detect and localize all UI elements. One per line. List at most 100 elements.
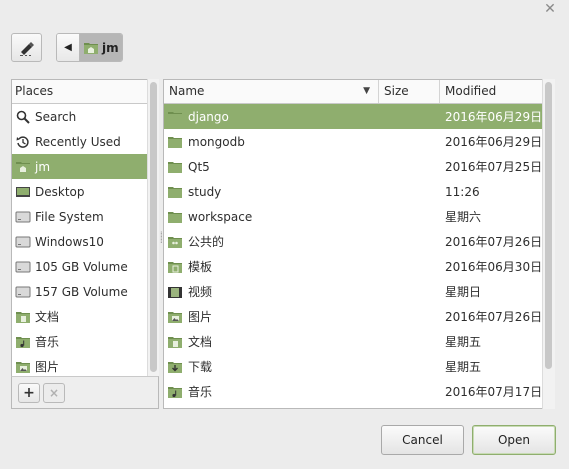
- file-name-cell: 文档: [164, 333, 379, 350]
- places-scroll-thumb[interactable]: [150, 82, 157, 372]
- sidebar-item-label: File System: [35, 209, 104, 224]
- file-modified-cell: 2016年07月25日: [445, 160, 543, 174]
- folder-icon: [167, 209, 183, 225]
- column-modified-label: Modified: [445, 84, 497, 98]
- file-name-cell: 视频: [164, 283, 379, 300]
- places-scrollbar[interactable]: [147, 79, 159, 376]
- file-name-cell: 音乐: [164, 383, 379, 400]
- drive-icon: [15, 284, 31, 300]
- file-name-cell: mongodb: [164, 134, 379, 150]
- file-modified-cell: 2016年06月29日: [445, 135, 543, 149]
- pictures-folder-icon: [15, 359, 31, 375]
- sidebar-item-label: Windows10: [35, 234, 104, 249]
- file-row[interactable]: study 11:26: [164, 179, 554, 204]
- open-button[interactable]: Open: [472, 425, 556, 455]
- file-name-label: workspace: [188, 209, 253, 224]
- sidebar-item-4[interactable]: File System: [12, 204, 147, 229]
- sidebar-item-label: Recently Used: [35, 134, 121, 149]
- downloads-folder-icon: [167, 359, 183, 375]
- pictures-folder-icon: [167, 309, 183, 325]
- sidebar-item-5[interactable]: Windows10: [12, 229, 147, 254]
- recent-icon: [15, 134, 31, 150]
- places-actions: + ×: [11, 376, 159, 409]
- documents-folder-icon: [15, 309, 31, 325]
- file-row[interactable]: 下载 星期五: [164, 354, 554, 379]
- column-size[interactable]: Size: [379, 80, 440, 103]
- desktop-icon: [15, 184, 31, 200]
- public-folder-icon: [167, 234, 183, 250]
- left-arrow-icon[interactable]: ◀: [57, 34, 80, 61]
- files-scrollbar[interactable]: [542, 79, 555, 409]
- sidebar-item-0[interactable]: Search: [12, 104, 147, 129]
- cancel-button[interactable]: Cancel: [381, 425, 464, 455]
- file-name-label: 图片: [188, 310, 213, 324]
- file-row[interactable]: 音乐 2016年07月17日: [164, 379, 554, 404]
- file-row[interactable]: 图片 2016年07月26日: [164, 304, 554, 329]
- places-header: Places: [12, 80, 158, 104]
- file-row[interactable]: workspace 星期六: [164, 204, 554, 229]
- file-name-cell: django: [164, 109, 379, 125]
- add-bookmark-button[interactable]: +: [18, 383, 40, 403]
- file-modified-cell: 2016年06月29日: [445, 110, 543, 124]
- sort-down-icon: ▼: [363, 86, 370, 96]
- path-crumb-jm[interactable]: jm: [80, 34, 122, 61]
- file-modified-cell: 2016年07月26日: [445, 310, 543, 324]
- search-icon: [15, 109, 31, 125]
- file-row[interactable]: 模板 2016年06月30日: [164, 254, 554, 279]
- column-name-label: Name: [169, 84, 205, 98]
- music-folder-icon: [15, 334, 31, 350]
- templates-folder-icon: [167, 259, 183, 275]
- file-name-cell: study: [164, 184, 379, 200]
- edit-location-button[interactable]: [11, 33, 42, 62]
- home-folder-icon: [83, 41, 99, 55]
- files-scroll-thumb[interactable]: [545, 82, 552, 369]
- file-name-cell: 图片: [164, 308, 379, 325]
- drive-icon: [15, 259, 31, 275]
- file-row[interactable]: django 2016年06月29日: [164, 104, 554, 129]
- file-name-label: 公共的: [188, 235, 225, 249]
- sidebar-item-6[interactable]: 105 GB Volume: [12, 254, 147, 279]
- file-list-panel: Name ▼ Size Modified django 2016年06月29日 mo…: [163, 79, 555, 409]
- music-folder-icon: [167, 384, 183, 400]
- sidebar-item-label: jm: [35, 159, 51, 174]
- column-modified[interactable]: Modified: [440, 80, 543, 103]
- file-rows: django 2016年06月29日 mongodb 2016年06月29日 Qt5 20…: [164, 104, 554, 404]
- file-modified-cell: 11:26: [445, 184, 480, 199]
- file-name-cell: 下载: [164, 358, 379, 375]
- file-list-header: Name ▼ Size Modified: [164, 80, 554, 104]
- sidebar-item-2[interactable]: jm: [12, 154, 147, 179]
- folder-icon: [167, 134, 183, 150]
- file-row[interactable]: 文档 星期五: [164, 329, 554, 354]
- file-row[interactable]: 视频 星期日: [164, 279, 554, 304]
- sidebar-item-label: 音乐: [35, 335, 60, 349]
- sidebar-item-7[interactable]: 157 GB Volume: [12, 279, 147, 304]
- folder-icon: [167, 159, 183, 175]
- close-icon[interactable]: ✕: [540, 0, 560, 18]
- file-name-label: Qt5: [188, 159, 210, 174]
- documents-folder-icon: [167, 334, 183, 350]
- column-name[interactable]: Name ▼: [164, 80, 379, 103]
- file-modified-cell: 2016年07月17日: [445, 385, 543, 399]
- path-bar: ◀ jm: [56, 33, 123, 62]
- file-name-label: 下载: [188, 360, 213, 374]
- file-row[interactable]: mongodb 2016年06月29日: [164, 129, 554, 154]
- sidebar-item-3[interactable]: Desktop: [12, 179, 147, 204]
- file-row[interactable]: Qt5 2016年07月25日: [164, 154, 554, 179]
- file-name-cell: Qt5: [164, 159, 379, 175]
- sidebar-item-1[interactable]: Recently Used: [12, 129, 147, 154]
- file-name-label: 音乐: [188, 385, 213, 399]
- sidebar-item-label: 图片: [35, 360, 60, 374]
- home-folder-icon: [15, 159, 31, 175]
- file-name-label: 文档: [188, 335, 213, 349]
- sidebar-item-9[interactable]: 音乐: [12, 329, 147, 354]
- file-modified-cell: 星期日: [445, 285, 482, 299]
- file-modified-cell: 星期六: [445, 210, 482, 224]
- file-row[interactable]: 公共的 2016年07月26日: [164, 229, 554, 254]
- folder-icon: [167, 184, 183, 200]
- file-name-cell: workspace: [164, 209, 379, 225]
- sidebar-item-label: 文档: [35, 310, 60, 324]
- file-name-label: 模板: [188, 260, 213, 274]
- remove-bookmark-button: ×: [43, 383, 65, 403]
- path-crumb-label: jm: [102, 40, 119, 55]
- sidebar-item-8[interactable]: 文档: [12, 304, 147, 329]
